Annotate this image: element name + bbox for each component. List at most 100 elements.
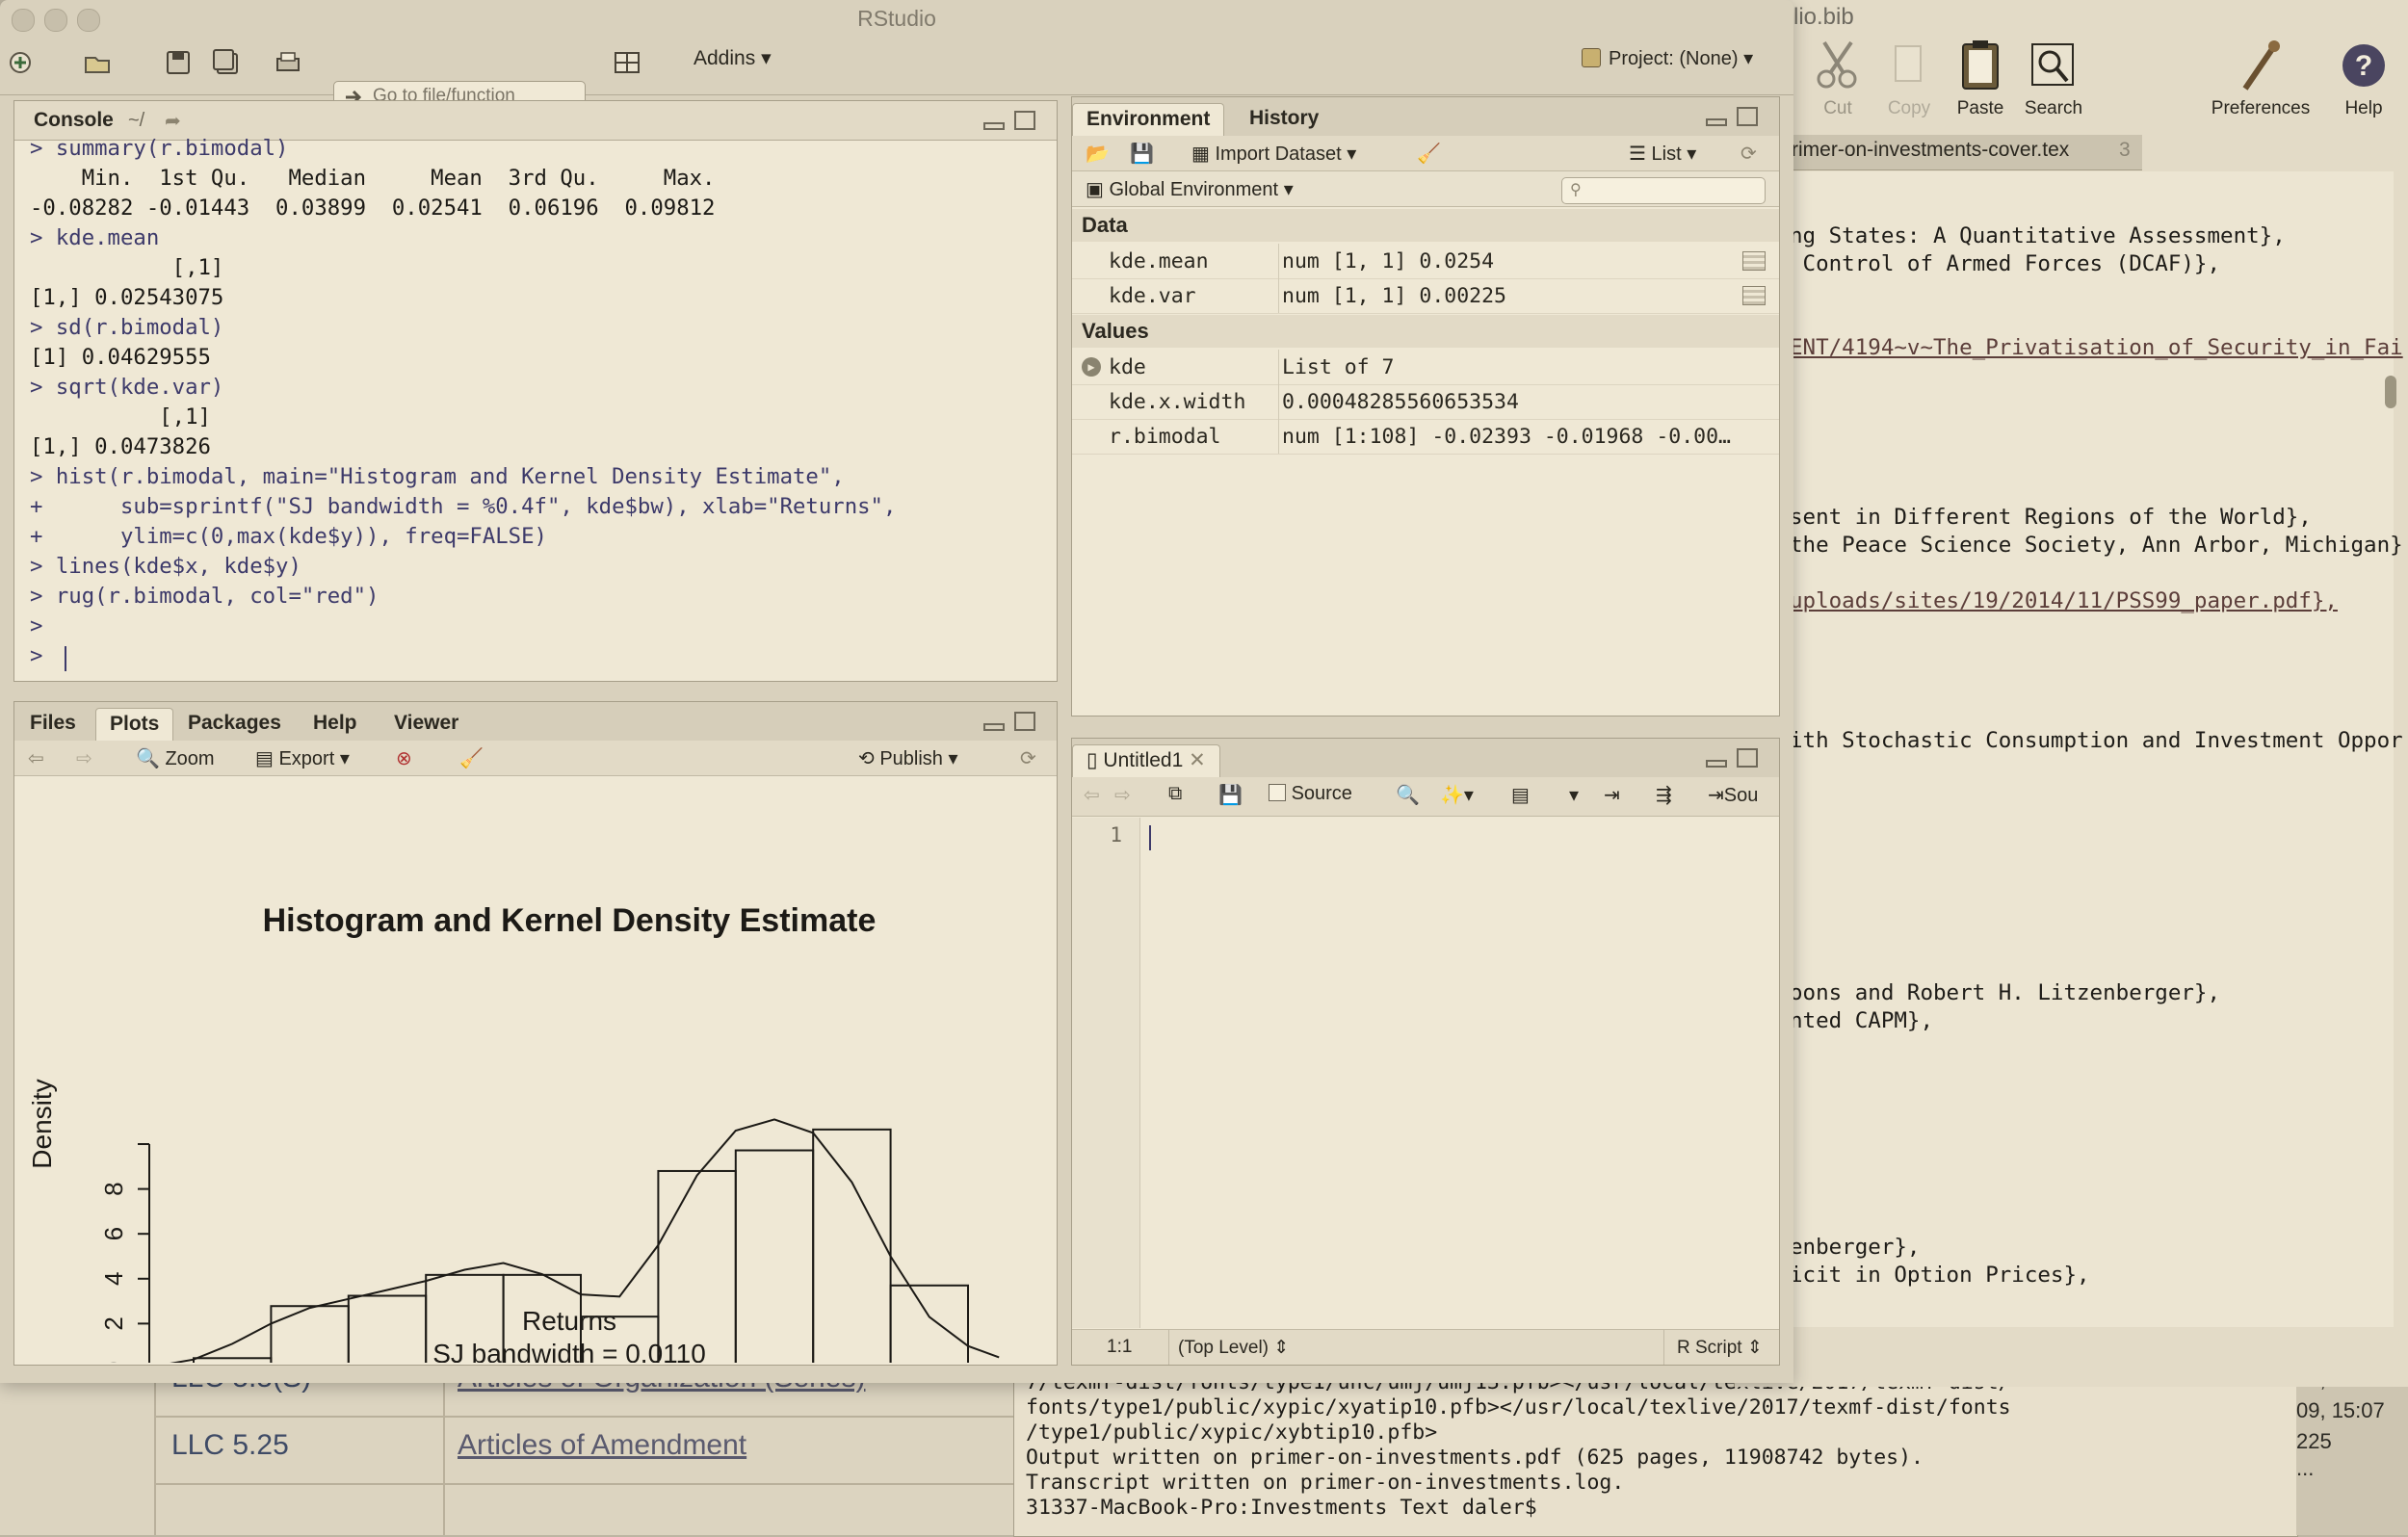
env-row-kde-mean[interactable]: kde.mean num [1, 1] 0.0254 [1072,244,1779,279]
minimize-pane-icon[interactable] [983,723,1005,731]
wrench-icon [2242,40,2280,91]
code-editor-area[interactable] [1139,818,1779,1328]
re-run-icon[interactable]: ⇶ [1656,783,1672,807]
minimize-pane-icon[interactable] [983,122,1005,130]
plots-pane[interactable]: Files Plots Packages Help Viewer ⇦ ⇨ 🔍 Z… [13,701,1058,1366]
tab-help[interactable]: Help [300,708,371,741]
tab-console[interactable]: Console [34,109,114,132]
export-menu[interactable]: ▤ Export ▾ [255,746,350,770]
close-window-button[interactable] [12,9,35,32]
expand-icon[interactable]: ▶ [1082,357,1101,377]
publish-icon: ⟲ [858,748,875,769]
y-axis-label: Density [27,1079,57,1168]
pane-controls[interactable] [983,712,1041,733]
code-tools-icon[interactable]: ✨▾ [1440,783,1474,807]
refresh-icon[interactable]: ⟳ [1741,142,1757,166]
maximize-pane-icon[interactable] [1014,111,1035,130]
scrollbar-thumb[interactable] [2385,376,2396,408]
env-row-kde-x-width[interactable]: kde.x.width 0.00048285560653534 [1072,384,1779,420]
tab-cover-tex[interactable]: rimer-on-investments-cover.tex 3 [1784,135,2142,170]
zoom-button[interactable]: 🔍 Zoom [136,746,215,770]
console-path: ~/ [128,110,145,131]
tab-packages[interactable]: Packages [174,708,295,741]
tab-untitled1[interactable]: ▯ Untitled1 ✕ [1072,744,1220,778]
view-mode-menu[interactable]: ☰ List ▾ [1629,142,1696,166]
go-to-directory-icon[interactable]: ➦ [165,109,181,133]
copy-button[interactable]: Copy [1871,37,1948,119]
global-environment-menu[interactable]: ▣ Global Environment ▾ [1086,177,1294,201]
minimize-window-button[interactable] [44,9,67,32]
bib-url-line[interactable]: ENT/4194~v~The_Privatisation_of_Security… [1790,335,2403,360]
env-row-r-bimodal[interactable]: r.bimodal num [1:108] -0.02393 -0.01968 -… [1072,419,1779,455]
tab-history[interactable]: History [1236,103,1332,136]
project-menu[interactable]: Project: (None) ▾ [1582,46,1753,70]
preferences-button[interactable]: Preferences [2208,37,2314,119]
terminal-line: Output written on primer-on-investments.… [1026,1446,1924,1470]
tab-files[interactable]: Files [16,708,90,741]
search-button[interactable]: Search [2015,37,2092,119]
maximize-pane-icon[interactable] [1014,712,1035,731]
bib-editor[interactable]: ng States: A Quantitative Assessment}, C… [1734,171,2403,1327]
row-link[interactable]: Articles of Amendment [458,1429,746,1462]
bib-line: Control of Armed Forces (DCAF)}, [1790,251,2221,276]
scope-selector[interactable]: (Top Level) ⇕ [1178,1337,1289,1359]
view-data-icon[interactable] [1742,286,1766,305]
environment-pane[interactable]: Environment History 📂 💾 ▦ Import Dataset… [1071,96,1780,716]
new-file-icon[interactable] [8,48,37,77]
terminal-window[interactable]: 7/texmf-dist/fonts/type1/unc/umj/umj13.p… [1013,1368,2298,1537]
cut-button[interactable]: Cut [1799,37,1876,119]
console-prompt[interactable]: > [30,643,56,668]
help-button[interactable]: ? Help [2325,37,2402,119]
next-plot-icon[interactable]: ⇨ [76,746,92,770]
import-dataset-button[interactable]: ▦ Import Dataset ▾ [1191,142,1356,166]
paste-button[interactable]: Paste [1942,37,2019,119]
bib-url-line[interactable]: uploads/sites/19/2014/11/PSS99_paper.pdf… [1790,588,2338,613]
pane-controls[interactable] [1706,107,1764,128]
environment-search-input[interactable]: ⚲ [1561,177,1766,204]
source-on-save-checkbox[interactable]: Source [1269,783,1352,805]
env-row-kde-var[interactable]: kde.var num [1, 1] 0.00225 [1072,278,1779,314]
tab-plots[interactable]: Plots [95,708,174,742]
console-pane[interactable]: Console ~/ ➦ > summary(r.bimodal) Min. 1… [13,100,1058,682]
compile-report-icon[interactable]: ▤ [1511,783,1530,807]
back-icon[interactable]: ⇦ [1084,783,1100,807]
maximize-pane-icon[interactable] [1737,107,1758,126]
maximize-pane-icon[interactable] [1737,748,1758,768]
zoom-window-button[interactable] [77,9,100,32]
view-data-icon[interactable] [1742,251,1766,271]
save-all-icon[interactable] [212,48,241,77]
source-editor-pane[interactable]: ▯ Untitled1 ✕ ⇦ ⇨ ⧉ 💾 Source 🔍 ✨▾ ▤ ▾ ⇥ … [1071,738,1780,1366]
file-type-selector[interactable]: R Script ⇕ [1677,1337,1763,1359]
show-in-window-icon[interactable]: ⧉ [1168,783,1182,805]
close-tab-icon[interactable]: ✕ [1189,749,1206,771]
env-row-kde[interactable]: ▶ kde List of 7 [1072,350,1779,385]
minimize-pane-icon[interactable] [1706,118,1727,126]
find-icon[interactable]: 🔍 [1396,783,1420,807]
more-options-chevron[interactable]: ▾ [1569,783,1579,807]
tab-viewer[interactable]: Viewer [380,708,472,741]
publish-menu[interactable]: ⟲ Publish ▾ [858,746,958,770]
terminal-line: fonts/type1/public/xypic/xyatip10.pfb></… [1026,1395,2011,1420]
save-icon[interactable] [164,48,193,77]
save-workspace-icon[interactable]: 💾 [1130,142,1154,166]
clear-workspace-icon[interactable]: 🧹 [1417,142,1441,166]
previous-plot-icon[interactable]: ⇦ [28,746,44,770]
source-button[interactable]: ⇥Sou [1708,783,1758,807]
addins-menu[interactable]: Addins ▾ [694,46,772,70]
pane-controls[interactable] [983,111,1041,132]
y-tick-label: 8 [99,1182,128,1195]
minimize-pane-icon[interactable] [1706,760,1727,768]
pane-layout-icon[interactable] [613,48,641,77]
load-workspace-icon[interactable]: 📂 [1086,142,1110,166]
pane-controls[interactable] [1706,748,1764,769]
run-line-icon[interactable]: ⇥ [1604,783,1620,807]
clear-plots-icon[interactable]: 🧹 [459,746,484,770]
remove-plot-icon[interactable]: ⊗ [396,746,412,770]
open-project-icon[interactable] [83,48,112,77]
refresh-icon[interactable]: ⟳ [1020,746,1036,770]
console-line: > summary(r.bimodal) [30,136,289,161]
tab-environment[interactable]: Environment [1072,103,1225,137]
print-icon[interactable] [274,48,302,77]
save-icon[interactable]: 💾 [1218,783,1243,807]
forward-icon[interactable]: ⇨ [1114,783,1131,807]
